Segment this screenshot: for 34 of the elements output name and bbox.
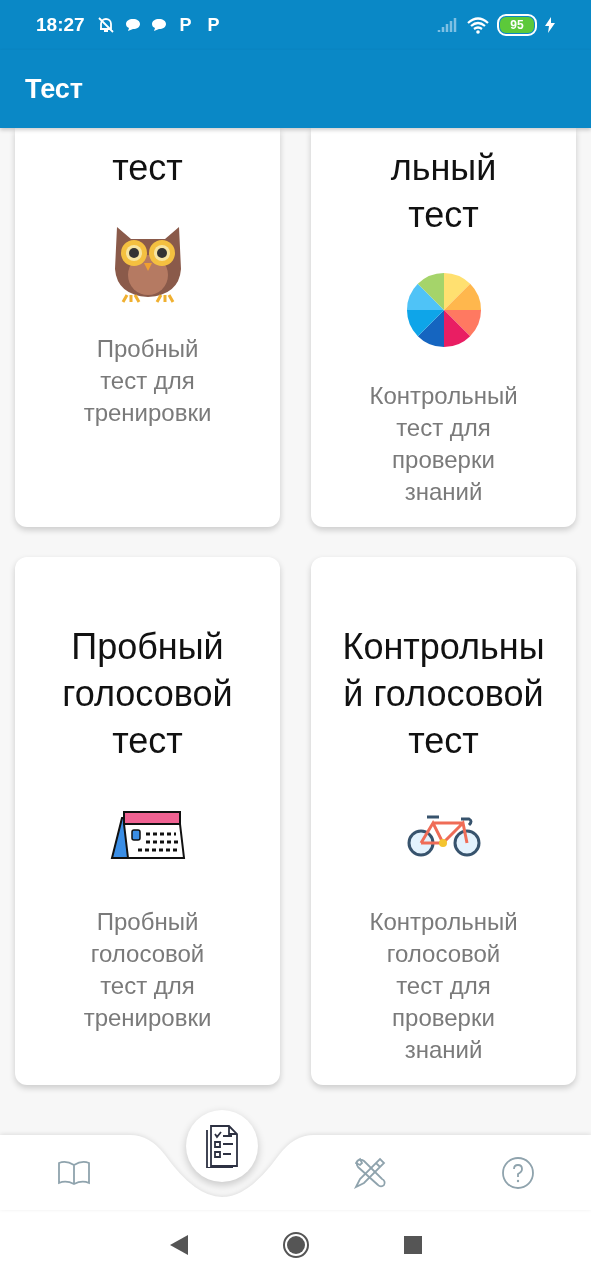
color-wheel-icon — [405, 272, 482, 348]
nav-fab-button[interactable] — [186, 1110, 258, 1182]
notification-letter: P — [206, 14, 221, 36]
card-description: Пробный тест для тренировки — [83, 334, 212, 428]
app-bar-title: Тест — [25, 73, 84, 105]
card-description: Контрольный голосовой тест для проверки знаний — [369, 907, 518, 1065]
wifi-icon — [467, 16, 489, 34]
card-title: Пробный голосовой тест — [62, 625, 233, 763]
card-title: льный тест — [390, 146, 497, 237]
nav-button[interactable] — [57, 1159, 91, 1186]
back-button[interactable] — [169, 1235, 188, 1255]
book-icon — [57, 1159, 91, 1186]
test-card[interactable]: Пробный голосовой тест Пробный голосовой тест для тренировки — [15, 557, 280, 1085]
chat-icon — [150, 18, 167, 32]
chat-icon — [124, 18, 141, 32]
notification-letter: P — [178, 14, 193, 36]
card-description: Пробный голосовой тест для тренировки — [83, 907, 212, 1033]
card-description: Контрольный тест для проверки знаний — [369, 381, 518, 507]
charging-icon — [545, 17, 555, 33]
card-title: Контрольны й голосовой тест — [342, 625, 545, 763]
test-card[interactable]: тест Пробный тест для тренировки — [15, 128, 280, 527]
clock: 18:27 — [36, 14, 85, 36]
help-icon — [501, 1155, 535, 1190]
recents-button[interactable] — [403, 1236, 422, 1254]
signal-icon — [437, 17, 459, 33]
checklist-icon — [205, 1124, 239, 1168]
home-button[interactable] — [282, 1232, 309, 1258]
bicycle-icon — [406, 813, 481, 859]
card-title: тест — [112, 146, 183, 190]
test-card[interactable]: Контрольны й голосовой тест Контрольный голосовой тест для проверки знаний — [311, 557, 576, 1085]
muted-bell-icon — [96, 16, 115, 34]
test-card[interactable]: льный тест Контрольный тест для проверки знаний — [311, 128, 576, 527]
battery-indicator: 95 — [497, 14, 537, 36]
nav-button[interactable] — [501, 1155, 535, 1190]
